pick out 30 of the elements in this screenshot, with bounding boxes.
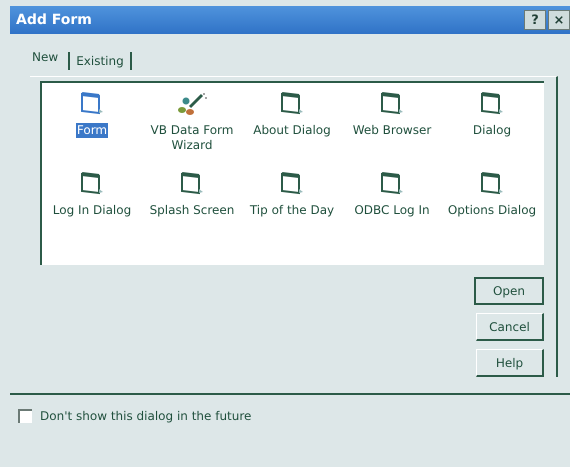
template-label[interactable]: ODBC Log In <box>353 203 431 218</box>
wand-icon <box>176 91 208 117</box>
dialog-button[interactable]: Open <box>474 277 544 305</box>
help-button[interactable]: ? <box>524 10 546 30</box>
template-label[interactable]: Form <box>76 123 108 138</box>
window-title: Add Form <box>16 12 92 28</box>
template-label[interactable]: Web Browser <box>352 123 432 138</box>
template-label[interactable]: Splash Screen <box>148 203 236 218</box>
form-icon <box>79 171 105 197</box>
template-label[interactable]: Tip of the Day <box>248 203 336 218</box>
form-icon <box>479 171 505 197</box>
form-icon <box>379 91 405 117</box>
form-icon <box>79 91 105 117</box>
checkbox[interactable] <box>18 409 32 423</box>
form-icon <box>379 171 405 197</box>
close-button[interactable]: × <box>548 10 570 30</box>
form-icon <box>279 171 305 197</box>
dialog-button[interactable]: Cancel <box>476 313 544 341</box>
template-label[interactable]: Dialog <box>472 123 512 138</box>
form-icon <box>279 91 305 117</box>
template-label[interactable]: About Dialog <box>252 123 332 138</box>
tab[interactable]: New <box>26 48 64 66</box>
template-label[interactable]: VB Data Form Wizard <box>142 123 242 153</box>
dialog-button[interactable]: Help <box>476 349 544 377</box>
template-label[interactable]: Log In Dialog <box>52 203 132 218</box>
tab[interactable]: Existing <box>68 52 132 70</box>
checkbox-label: Don't show this dialog in the future <box>40 409 252 423</box>
template-label[interactable]: Options Dialog <box>446 203 538 218</box>
form-icon <box>479 91 505 117</box>
form-icon <box>179 171 205 197</box>
